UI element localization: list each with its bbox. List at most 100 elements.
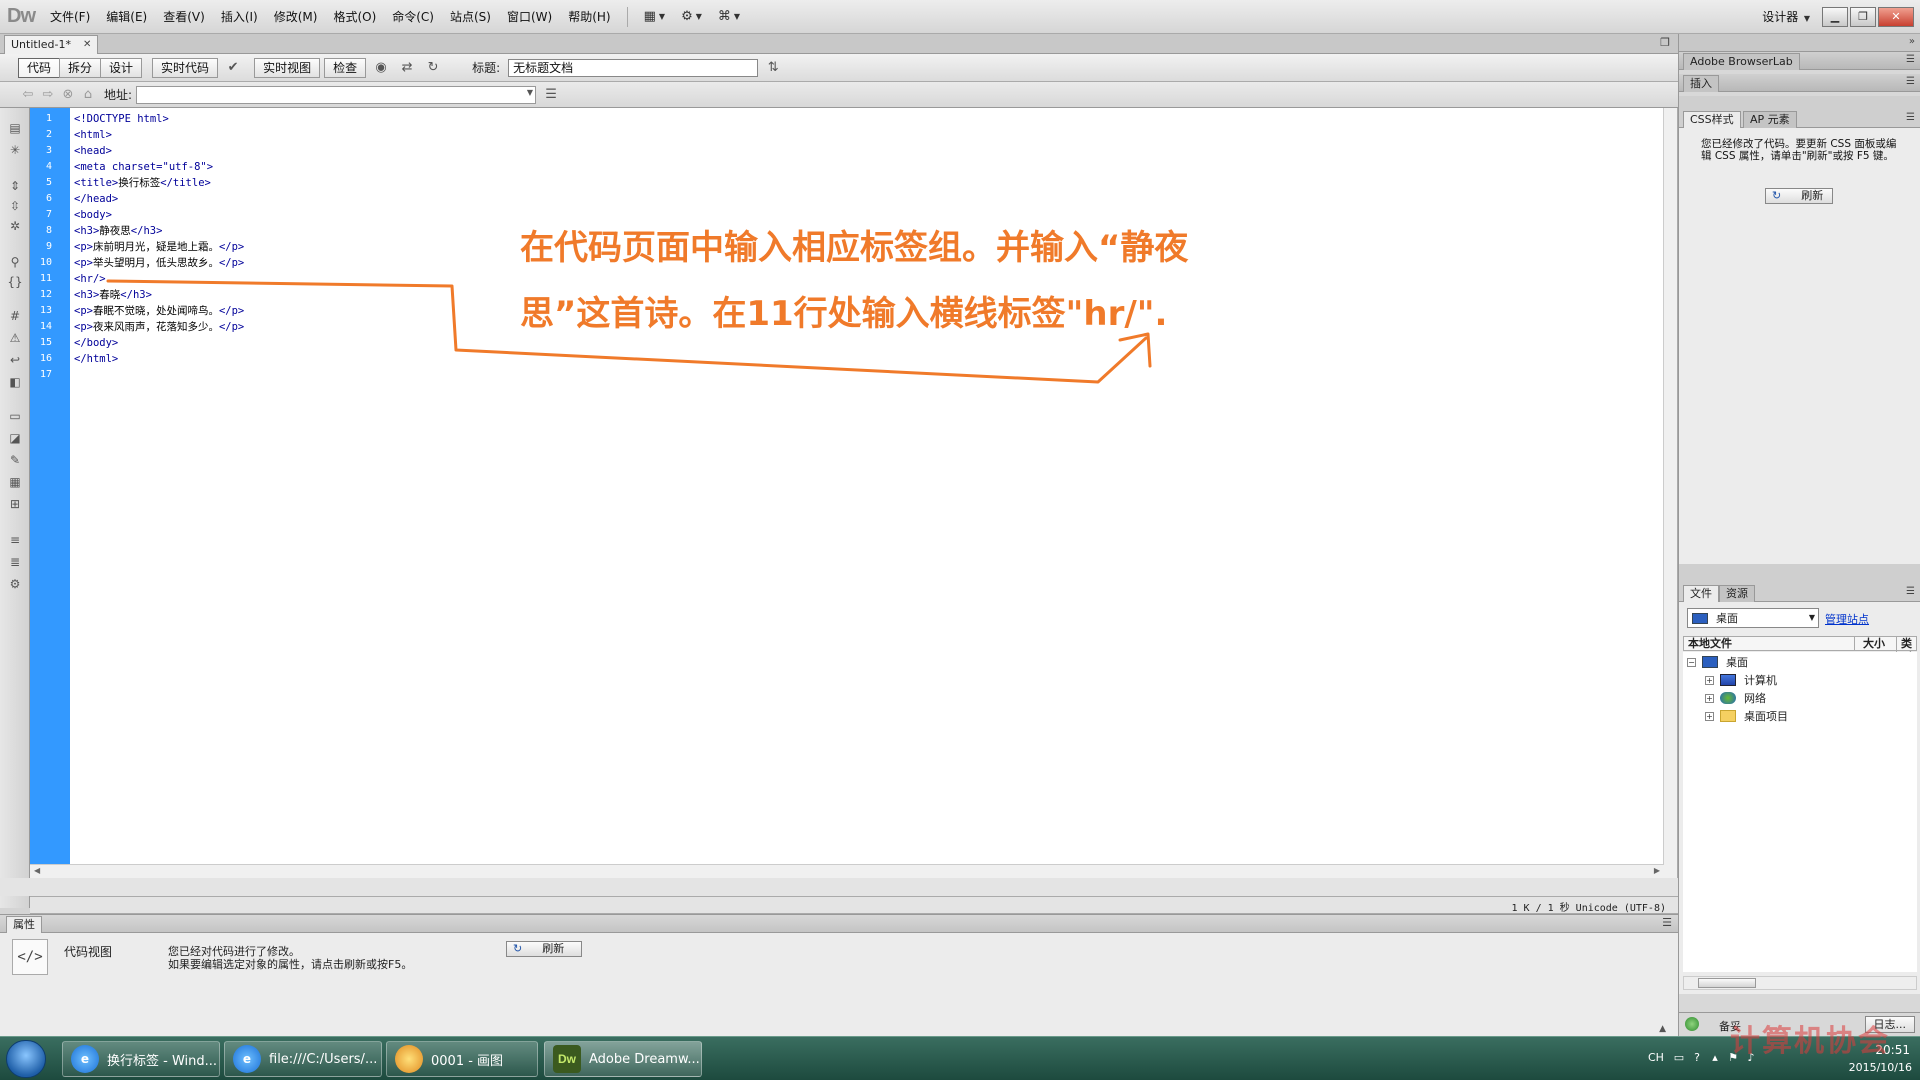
panel-menu-icon[interactable]: ☰ (1662, 916, 1672, 929)
move-css-icon[interactable]: ⊞ (6, 496, 24, 512)
close-icon[interactable]: ✕ (83, 36, 91, 54)
code-line[interactable]: <p>春眠不觉晓，处处闻啼鸟。</p> (74, 303, 244, 319)
manage-site-link[interactable]: 管理站点 (1825, 611, 1869, 627)
help-icon[interactable]: ? (1690, 1051, 1704, 1065)
code-line[interactable]: <h3>春晓</h3> (74, 287, 152, 303)
menu-commands[interactable]: 命令(C) (384, 0, 442, 34)
css-refresh-button[interactable]: ↻ 刷新 (1765, 188, 1833, 204)
show-code-navigator-icon[interactable]: ✳ (6, 142, 24, 158)
tray-expand-icon[interactable]: ▴ (1708, 1051, 1722, 1065)
minimize-button[interactable]: ▁ (1822, 7, 1848, 27)
menu-insert[interactable]: 插入(I) (213, 0, 266, 34)
close-button[interactable]: ✕ (1878, 7, 1914, 27)
menu-view[interactable]: 查看(V) (155, 0, 213, 34)
code-line[interactable]: <p>床前明月光，疑是地上霜。</p> (74, 239, 244, 255)
chevron-right-icon[interactable]: ▶ (1654, 866, 1660, 875)
menu-site[interactable]: 站点(S) (442, 0, 499, 34)
browse-options-icon[interactable]: ☰ (540, 85, 562, 105)
chevron-down-icon[interactable]: ▼ (527, 88, 533, 97)
column-size[interactable]: 大小 (1854, 637, 1894, 651)
remove-comment-icon[interactable]: ◪ (6, 430, 24, 446)
refresh-icon[interactable]: ↻ (422, 58, 444, 78)
open-documents-icon[interactable]: ▤ (6, 120, 24, 136)
code-line[interactable]: </html> (74, 351, 118, 367)
taskbar-item-ie-2[interactable]: e file:///C:/Users/... (224, 1041, 382, 1077)
tab-browserlab[interactable]: Adobe BrowserLab (1683, 53, 1800, 70)
menu-file[interactable]: 文件(F) (42, 0, 98, 34)
menu-edit[interactable]: 编辑(E) (98, 0, 155, 34)
layout-menu-button[interactable]: ▦ ▼ (636, 0, 673, 34)
apply-comment-icon[interactable]: ▭ (6, 408, 24, 424)
taskbar-item-paint[interactable]: 0001 - 画图 (386, 1041, 538, 1077)
restore-button[interactable]: ❐ (1850, 7, 1876, 27)
code-line[interactable]: </head> (74, 191, 118, 207)
panel-menu-icon[interactable]: ☰ (1906, 76, 1915, 87)
tab-insert[interactable]: 插入 (1683, 75, 1719, 92)
keyboard-icon[interactable]: ▭ (1672, 1051, 1686, 1065)
collapse-full-tag-icon[interactable]: ⇕ (6, 178, 24, 194)
tab-files[interactable]: 文件 (1683, 585, 1719, 602)
design-view-button[interactable]: 设计 (100, 57, 143, 78)
wrap-tag-icon[interactable]: ✎ (6, 452, 24, 468)
title-input[interactable] (508, 58, 759, 77)
line-numbers-icon[interactable]: # (6, 308, 24, 324)
code-line[interactable]: <hr/> (74, 271, 106, 287)
site-menu-button[interactable]: ⌘ ▼ (710, 0, 748, 34)
collapse-icon[interactable]: ▲ (1659, 1024, 1666, 1034)
highlight-invalid-code-icon[interactable]: ⚠ (6, 330, 24, 346)
live-view-button[interactable]: 实时视图 (254, 57, 321, 78)
validate-icon[interactable]: ⇅ (762, 58, 784, 78)
expand-all-icon[interactable]: ✲ (6, 218, 24, 234)
expand-icon[interactable]: + (1705, 693, 1714, 703)
code-line[interactable]: <meta charset="utf-8"> (74, 159, 213, 175)
expand-icon[interactable]: + (1705, 675, 1714, 685)
globe-icon[interactable]: ◉ (370, 58, 392, 78)
address-input[interactable]: ▼ (136, 85, 537, 104)
menu-modify[interactable]: 修改(M) (266, 0, 326, 34)
code-line[interactable]: <body> (74, 207, 112, 223)
back-icon[interactable]: ⇦ (18, 87, 38, 102)
live-code-button[interactable]: 实时代码 (152, 57, 219, 78)
column-local-files[interactable]: 本地文件 (1688, 637, 1732, 651)
tab-ap-elements[interactable]: AP 元素 (1743, 111, 1797, 128)
select-parent-tag-icon[interactable]: ⚲ (6, 254, 24, 270)
input-language[interactable]: CH (1648, 1051, 1664, 1064)
home-icon[interactable]: ⌂ (78, 87, 98, 102)
panel-menu-icon[interactable]: ☰ (1906, 112, 1915, 123)
chevron-left-icon[interactable]: ◀ (34, 866, 40, 875)
extend-menu-button[interactable]: ⚙ ▼ (673, 0, 710, 34)
document-tab[interactable]: Untitled-1* ✕ (4, 35, 99, 54)
format-source-icon[interactable]: ⚙ (6, 576, 24, 592)
menu-window[interactable]: 窗口(W) (499, 0, 560, 34)
properties-refresh-button[interactable]: ↻ 刷新 (506, 941, 582, 957)
properties-tab[interactable]: 属性 (6, 916, 42, 933)
split-view-button[interactable]: 拆分 (59, 57, 101, 78)
check-browser-icon[interactable]: ✔ (222, 58, 244, 78)
stop-icon[interactable]: ⊗ (58, 87, 78, 102)
inspect-button[interactable]: 检查 (324, 57, 367, 78)
files-horizontal-scrollbar[interactable] (1683, 976, 1917, 990)
code-line[interactable]: <!DOCTYPE html> (74, 111, 169, 127)
panel-menu-icon[interactable]: ☰ (1906, 586, 1915, 597)
tab-assets[interactable]: 资源 (1719, 585, 1755, 602)
tree-item-computer[interactable]: + 计算机 (1705, 672, 1777, 688)
code-line[interactable]: <title>换行标签</title> (74, 175, 211, 191)
collapse-icon[interactable]: − (1687, 657, 1696, 667)
tree-item-network[interactable]: + 网络 (1705, 690, 1766, 706)
code-line[interactable]: <head> (74, 143, 112, 159)
horizontal-scrollbar[interactable]: ◀ ▶ (30, 864, 1664, 878)
workspace-switcher[interactable]: 设计器 ▼ (1762, 0, 1810, 34)
recent-snippets-icon[interactable]: ▦ (6, 474, 24, 490)
taskbar-item-ie-1[interactable]: e 换行标签 - Wind... (62, 1041, 220, 1077)
code-line[interactable]: <p>夜来风雨声，花落知多少。</p> (74, 319, 244, 335)
balance-braces-icon[interactable]: {} (6, 274, 24, 290)
clock-date[interactable]: 2015/10/16 (1849, 1061, 1912, 1074)
syntax-coloring-icon[interactable]: ◧ (6, 374, 24, 390)
file-management-icon[interactable]: ⇄ (396, 58, 418, 78)
panel-menu-icon[interactable]: ☰ (1906, 54, 1915, 65)
start-button[interactable] (6, 1040, 46, 1078)
collapse-selection-icon[interactable]: ⇳ (6, 198, 24, 214)
menu-help[interactable]: 帮助(H) (560, 0, 618, 34)
tree-item-desktop[interactable]: − 桌面 (1687, 654, 1748, 670)
indent-code-icon[interactable]: ≡ (6, 532, 24, 548)
